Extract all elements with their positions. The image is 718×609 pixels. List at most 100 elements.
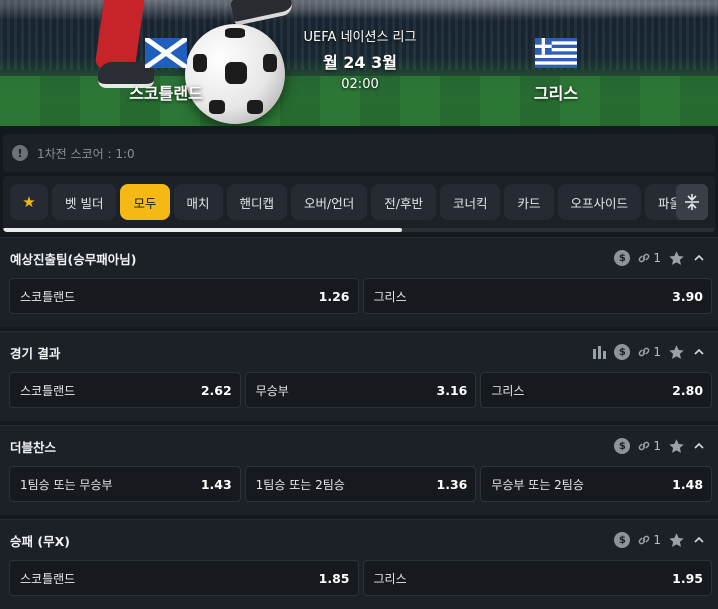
odd-button[interactable]: 무승부 또는 2팀승 1.48	[480, 466, 713, 502]
odd-value: 1.85	[318, 570, 350, 586]
link-icon	[639, 253, 650, 263]
odd-value: 2.80	[672, 382, 704, 398]
greece-flag-icon	[535, 38, 577, 68]
odd-label: 스코틀랜드	[20, 571, 76, 586]
market-header-icons: $ 1	[614, 250, 706, 267]
collapse-vertical-icon	[685, 194, 699, 210]
market-header[interactable]: 승패 (무X) $ 1	[0, 520, 718, 560]
tabs-scrollbar[interactable]	[3, 228, 715, 232]
dollar-coin-icon[interactable]: $	[614, 438, 631, 454]
tab-half[interactable]: 전/후반	[371, 184, 436, 220]
odd-label: 1팀승 또는 2팀승	[255, 477, 345, 492]
market-header-icons: $ 1	[614, 438, 706, 455]
tab-bet-builder[interactable]: 벳 빌더	[52, 184, 117, 220]
match-info: UEFA 네이션스 리그 월 24 3월 02:00	[280, 26, 440, 92]
tab-handicap[interactable]: 핸디캡	[226, 184, 288, 220]
tab-match[interactable]: 매치	[173, 184, 223, 220]
odd-label: 스코틀랜드	[20, 289, 76, 304]
link-count: 1	[653, 251, 661, 265]
star-icon: ★	[22, 193, 36, 211]
link-icon	[639, 347, 650, 357]
tab-list: ★ 벳 빌더 모두 매치 핸디캡 오버/언더 전/후반 코너킥 카드 오프사이드…	[10, 184, 695, 220]
bet-builder-link[interactable]: 1	[637, 345, 661, 359]
home-team: 스코틀랜드	[122, 38, 210, 104]
star-icon[interactable]	[668, 344, 685, 361]
chevron-up-icon[interactable]	[692, 533, 706, 547]
market-header-icons: $ 1	[614, 532, 706, 549]
odd-button[interactable]: 그리스 2.80	[480, 372, 713, 408]
market-double-chance: 더블찬스 $ 1 1팀승 또는 무승부 1.43 1팀승 또는 2팀승 1.36 무…	[0, 425, 718, 515]
tab-favorites[interactable]: ★	[10, 184, 48, 220]
bet-builder-link[interactable]: 1	[637, 533, 661, 547]
first-leg-score-bar: ! 1차전 스코어 : 1:0	[3, 134, 715, 172]
odd-button[interactable]: 그리스 3.90	[362, 278, 712, 314]
odd-value: 1.43	[200, 476, 232, 492]
market-qualify: 예상진출팀(승무패아님) $ 1 스코틀랜드 1.26 그리스 3.90	[0, 237, 718, 327]
collapse-tabs-button[interactable]	[676, 184, 708, 220]
stats-bars-icon[interactable]	[592, 345, 607, 359]
away-team: 그리스	[520, 38, 592, 104]
bet-builder-link[interactable]: 1	[637, 439, 661, 453]
alert-icon: !	[12, 145, 28, 161]
dollar-coin-icon[interactable]: $	[614, 250, 631, 266]
match-time: 02:00	[341, 77, 379, 92]
link-icon	[639, 441, 650, 451]
odds-row: 1팀승 또는 무승부 1.43 1팀승 또는 2팀승 1.36 무승부 또는 2팀승…	[0, 466, 718, 502]
home-team-name: 스코틀랜드	[129, 84, 203, 103]
tab-cards[interactable]: 카드	[504, 184, 554, 220]
odd-label: 1팀승 또는 무승부	[20, 477, 113, 492]
odd-value: 3.16	[436, 382, 468, 398]
away-team-name: 그리스	[533, 84, 579, 103]
market-category-tabs: ★ 벳 빌더 모두 매치 핸디캡 오버/언더 전/후반 코너킥 카드 오프사이드…	[3, 176, 715, 232]
odd-label: 그리스	[373, 571, 407, 586]
odds-row: 스코틀랜드 2.62 무승부 3.16 그리스 2.80	[0, 372, 718, 408]
star-icon[interactable]	[668, 250, 685, 267]
match-date: 월 24 3월	[323, 53, 397, 72]
tab-corners[interactable]: 코너킥	[439, 184, 501, 220]
dollar-coin-icon[interactable]: $	[614, 532, 631, 548]
odd-button[interactable]: 1팀승 또는 무승부 1.43	[9, 466, 241, 502]
market-title: 승패 (무X)	[10, 533, 70, 549]
odd-value: 1.95	[672, 570, 703, 586]
odd-value: 1.48	[672, 476, 704, 492]
bet-builder-link[interactable]: 1	[637, 251, 661, 265]
odd-button[interactable]: 스코틀랜드 1.26	[9, 278, 359, 314]
chevron-up-icon[interactable]	[692, 345, 706, 359]
market-win-lose: 승패 (무X) $ 1 스코틀랜드 1.85 그리스 1.95	[0, 519, 718, 609]
tab-offside[interactable]: 오프사이드	[557, 184, 642, 220]
odd-button[interactable]: 스코틀랜드 2.62	[9, 372, 241, 408]
link-count: 1	[653, 533, 661, 547]
odd-button[interactable]: 스코틀랜드 1.85	[9, 560, 359, 596]
chevron-up-icon[interactable]	[692, 439, 706, 453]
link-icon	[639, 535, 650, 545]
market-title: 예상진출팀(승무패아님)	[10, 251, 137, 267]
odd-label: 그리스	[373, 289, 407, 304]
odd-button[interactable]: 무승부 3.16	[244, 372, 477, 408]
league-name: UEFA 네이션스 리그	[303, 30, 417, 45]
market-match-result: 경기 결과 $ 1 스코틀랜드 2.62 무승부 3.16 그리스 2.80	[0, 331, 718, 421]
match-hero-banner: 스코틀랜드 UEFA 네이션스 리그 월 24 3월 02:00 그리스	[0, 0, 718, 126]
link-count: 1	[653, 345, 661, 359]
market-header[interactable]: 경기 결과 $ 1	[0, 332, 718, 372]
market-header[interactable]: 예상진출팀(승무패아님) $ 1	[0, 238, 718, 278]
chevron-up-icon[interactable]	[692, 251, 706, 265]
odd-label: 무승부 또는 2팀승	[491, 477, 584, 492]
star-icon[interactable]	[668, 532, 685, 549]
dollar-coin-icon[interactable]: $	[614, 344, 631, 360]
odd-button[interactable]: 그리스 1.95	[362, 560, 712, 596]
odd-value: 3.90	[672, 288, 703, 304]
market-header-icons: $ 1	[592, 344, 706, 361]
market-title: 더블찬스	[10, 439, 57, 455]
tabs-scrollbar-thumb[interactable]	[3, 228, 402, 232]
tab-over-under[interactable]: 오버/언더	[291, 184, 368, 220]
first-leg-score-text: 1차전 스코어 : 1:0	[37, 146, 135, 161]
market-title: 경기 결과	[10, 345, 61, 361]
odd-label: 무승부	[255, 383, 289, 398]
odd-value: 2.62	[200, 382, 232, 398]
tab-all[interactable]: 모두	[120, 184, 170, 220]
star-icon[interactable]	[668, 438, 685, 455]
market-header[interactable]: 더블찬스 $ 1	[0, 426, 718, 466]
link-count: 1	[653, 439, 661, 453]
odd-button[interactable]: 1팀승 또는 2팀승 1.36	[244, 466, 477, 502]
odd-value: 1.26	[318, 288, 350, 304]
